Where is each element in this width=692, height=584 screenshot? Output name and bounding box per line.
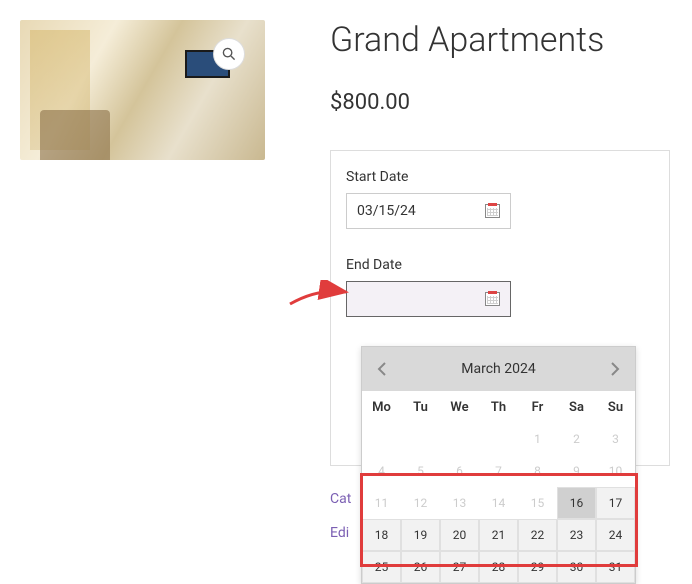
calendar-header: March 2024 [362,347,635,391]
calendar-day-enabled[interactable]: 18 [362,519,401,551]
prev-month-button[interactable] [368,355,396,383]
weekday-header: We [440,391,479,423]
weekday-header: Sa [557,391,596,423]
product-price: $800.00 [330,90,672,115]
calendar-day-disabled: 14 [479,487,518,519]
calendar-day-disabled: 5 [401,455,440,487]
start-date-value: 03/15/24 [357,203,416,219]
calendar-icon [485,204,500,218]
calendar-day-disabled: 3 [596,423,635,455]
calendar-day-disabled: 12 [401,487,440,519]
category-link[interactable]: Cat [330,491,351,507]
datepicker-popup: March 2024 MoTuWeThFrSaSu123456789101112… [361,346,636,584]
calendar-day-disabled: 7 [479,455,518,487]
start-date-label: Start Date [346,169,654,185]
next-month-button[interactable] [601,355,629,383]
calendar-day-enabled[interactable]: 29 [518,551,557,583]
calendar-day-disabled [479,423,518,455]
calendar-day-disabled: 6 [440,455,479,487]
calendar-day-disabled: 15 [518,487,557,519]
calendar-icon [485,292,500,306]
calendar-day-disabled: 9 [557,455,596,487]
edit-link[interactable]: Edi [330,525,349,541]
calendar-day-disabled: 11 [362,487,401,519]
weekday-header: Tu [401,391,440,423]
end-date-input[interactable] [346,281,511,317]
calendar-day-enabled[interactable]: 26 [401,551,440,583]
calendar-day-enabled[interactable]: 31 [596,551,635,583]
calendar-day-enabled[interactable]: 17 [596,487,635,519]
calendar-day-enabled[interactable]: 19 [401,519,440,551]
calendar-day-enabled[interactable]: 22 [518,519,557,551]
calendar-month-title: March 2024 [461,361,535,377]
calendar-day-disabled: 10 [596,455,635,487]
calendar-day-enabled[interactable]: 25 [362,551,401,583]
calendar-day-disabled [440,423,479,455]
calendar-day-enabled[interactable]: 23 [557,519,596,551]
start-date-input[interactable]: 03/15/24 [346,193,511,229]
chevron-right-icon [610,362,620,376]
calendar-day-enabled[interactable]: 24 [596,519,635,551]
calendar-day-disabled: 4 [362,455,401,487]
calendar-day-enabled[interactable]: 16 [557,487,596,519]
calendar-day-disabled: 13 [440,487,479,519]
calendar-day-enabled[interactable]: 27 [440,551,479,583]
product-title: Grand Apartments [330,20,672,60]
calendar-day-disabled [401,423,440,455]
calendar-day-enabled[interactable]: 21 [479,519,518,551]
end-date-label: End Date [346,257,654,273]
calendar-day-disabled: 2 [557,423,596,455]
chevron-left-icon [377,362,387,376]
calendar-day-disabled: 1 [518,423,557,455]
calendar-day-enabled[interactable]: 30 [557,551,596,583]
weekday-header: Fr [518,391,557,423]
weekday-header: Mo [362,391,401,423]
calendar-day-disabled: 8 [518,455,557,487]
calendar-day-enabled[interactable]: 20 [440,519,479,551]
calendar-day-enabled[interactable]: 28 [479,551,518,583]
weekday-header: Su [596,391,635,423]
magnifier-icon [222,47,236,61]
weekday-header: Th [479,391,518,423]
calendar-day-disabled [362,423,401,455]
zoom-button[interactable] [213,38,245,70]
product-image[interactable] [20,20,265,160]
